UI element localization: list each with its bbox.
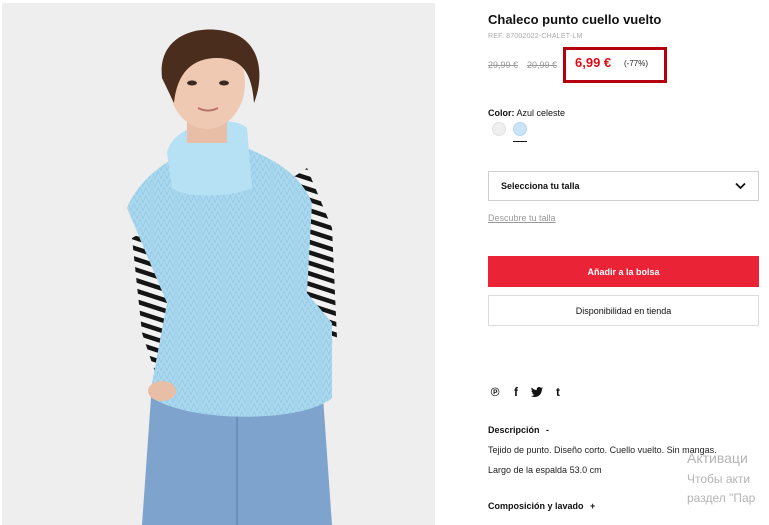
twitter-icon[interactable] xyxy=(530,385,544,399)
share-icons: ℗ f t xyxy=(488,385,565,399)
color-label: Color: xyxy=(488,108,515,118)
description-header[interactable]: Descripción - xyxy=(488,425,549,435)
activation-watermark-line-1: Активаци xyxy=(687,450,748,466)
color-label-row: Color: Azul celeste xyxy=(488,108,565,118)
color-swatch-light-blue[interactable] xyxy=(513,122,527,136)
price-row: 29,99 € 20,99 € xyxy=(488,56,566,74)
product-photo-illustration xyxy=(2,3,435,525)
sale-price: 6,99 € xyxy=(575,55,612,70)
pinterest-icon[interactable]: ℗ xyxy=(488,385,502,399)
activation-watermark-line-2: Чтобы акти xyxy=(687,472,751,486)
color-swatch-white[interactable] xyxy=(492,122,506,136)
activation-watermark-line-3: раздел "Пар xyxy=(687,491,756,505)
expand-toggle-icon: + xyxy=(590,501,596,511)
collapse-toggle-icon: - xyxy=(546,425,550,435)
original-price: 29,99 € xyxy=(488,60,519,70)
add-to-bag-button[interactable]: Añadir a la bolsa xyxy=(488,256,759,287)
size-select-label: Selecciona tu talla xyxy=(501,181,580,191)
previous-price: 20,99 € xyxy=(527,60,558,70)
composition-title: Composición y lavado xyxy=(488,501,584,511)
size-guide-link[interactable]: Descubre tu talla xyxy=(488,213,556,223)
description-line-2: Largo de la espalda 53.0 cm xyxy=(488,465,602,475)
description-line-1: Tejido de punto. Diseño corto. Cuello vu… xyxy=(488,445,717,455)
store-availability-button[interactable]: Disponibilidad en tienda xyxy=(488,295,759,326)
product-title: Chaleco punto cuello vuelto xyxy=(488,12,662,27)
description-title: Descripción xyxy=(488,425,540,435)
selected-swatch-indicator xyxy=(513,141,527,142)
facebook-icon[interactable]: f xyxy=(509,385,523,399)
tumblr-icon[interactable]: t xyxy=(551,385,565,399)
color-value: Azul celeste xyxy=(516,108,566,118)
product-reference: REF. 87002022-CHALET-LM xyxy=(488,33,583,40)
chevron-down-icon xyxy=(735,177,746,195)
composition-header[interactable]: Composición y lavado + xyxy=(488,501,595,511)
discount-badge: (-77%) xyxy=(624,59,649,68)
product-image[interactable] xyxy=(2,3,435,525)
size-select[interactable]: Selecciona tu talla xyxy=(488,171,759,201)
